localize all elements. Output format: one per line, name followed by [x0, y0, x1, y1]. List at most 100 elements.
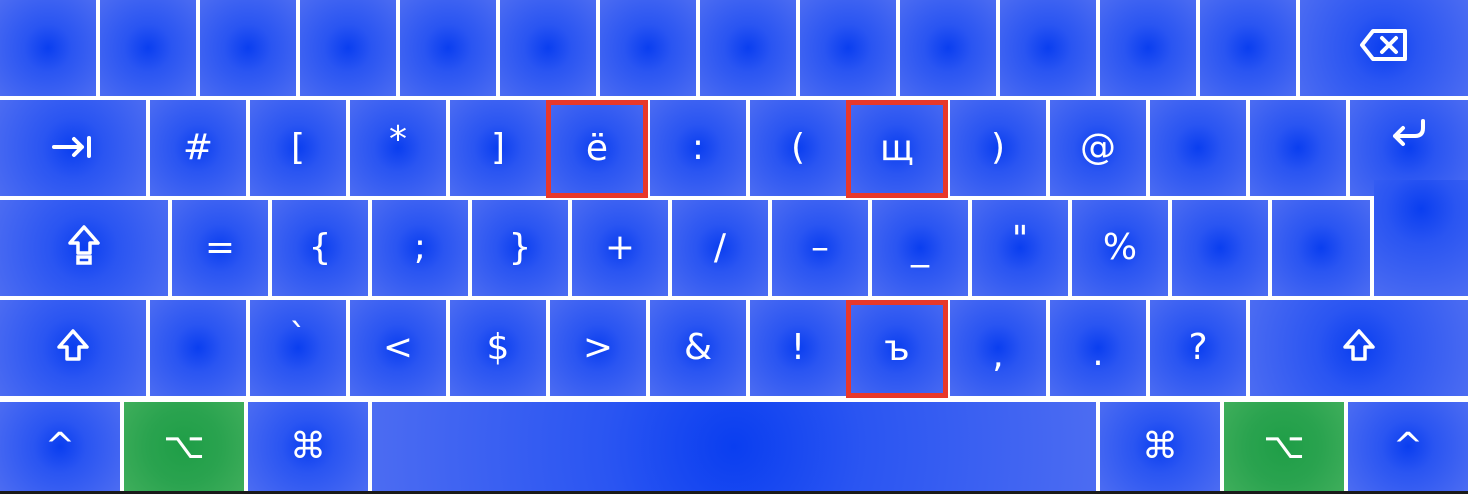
blank-key-r1-12[interactable]: [1100, 0, 1196, 96]
key-label: ъ: [884, 328, 910, 369]
backspace-key[interactable]: [1300, 0, 1468, 96]
key-backtick[interactable]: `: [250, 300, 346, 396]
key-right-bracket[interactable]: ]: [450, 100, 546, 196]
key-double-quote[interactable]: ": [972, 200, 1068, 296]
key-label: _: [911, 227, 929, 268]
key-ampersand[interactable]: &: [650, 300, 746, 396]
left-command-key[interactable]: ⌘: [248, 402, 368, 491]
key-question[interactable]: ?: [1150, 300, 1246, 396]
key-hard-sign[interactable]: ъ: [846, 300, 948, 398]
key-label: *: [389, 119, 407, 160]
blank-key-r2-12[interactable]: [1150, 100, 1246, 196]
blank-key-r1-1[interactable]: [0, 0, 96, 96]
key-label: –: [811, 227, 829, 268]
key-label: ): [990, 127, 1006, 168]
tab-key[interactable]: [0, 100, 146, 196]
key-left-paren[interactable]: (: [750, 100, 846, 196]
key-label: (: [790, 127, 806, 168]
key-less-than[interactable]: <: [350, 300, 446, 396]
key-slash[interactable]: /: [672, 200, 768, 296]
control-label: ^: [1392, 425, 1424, 467]
key-label: ]: [490, 127, 506, 168]
blank-key-r4-2[interactable]: [150, 300, 246, 396]
key-at[interactable]: @: [1050, 100, 1146, 196]
right-option-key[interactable]: ⌥: [1224, 402, 1344, 491]
key-label: ?: [1188, 327, 1208, 368]
key-left-bracket[interactable]: [: [250, 100, 346, 196]
key-label: +: [604, 227, 636, 268]
left-shift-key[interactable]: [0, 300, 146, 396]
blank-key-r1-8[interactable]: [700, 0, 796, 96]
key-minus[interactable]: –: [772, 200, 868, 296]
blank-key-r1-6[interactable]: [500, 0, 596, 96]
blank-key-r3-12[interactable]: [1172, 200, 1268, 296]
blank-key-r1-4[interactable]: [300, 0, 396, 96]
option-label: ⌥: [1263, 425, 1305, 467]
key-period[interactable]: .: [1050, 300, 1146, 396]
space-bar[interactable]: [372, 402, 1096, 491]
left-option-key[interactable]: ⌥: [124, 402, 244, 491]
key-right-brace[interactable]: }: [472, 200, 568, 296]
right-control-key[interactable]: ^: [1348, 402, 1468, 491]
caps-lock-icon: [67, 224, 101, 273]
key-label: :: [691, 127, 705, 168]
shift-icon: [1342, 328, 1376, 369]
keyboard: # [ * ] ё : ( щ ) @ = { ; } + / – _ " %: [0, 0, 1468, 494]
blank-key-r1-2[interactable]: [100, 0, 196, 96]
right-command-key[interactable]: ⌘: [1100, 402, 1220, 491]
return-icon: [1389, 118, 1429, 155]
blank-key-r1-5[interactable]: [400, 0, 496, 96]
key-label: #: [182, 127, 214, 168]
caps-lock-key[interactable]: [0, 200, 168, 296]
tab-icon: [52, 130, 94, 166]
key-label: %: [1102, 227, 1138, 268]
key-asterisk[interactable]: *: [350, 100, 446, 196]
key-semicolon[interactable]: ;: [372, 200, 468, 296]
key-label: $: [486, 327, 510, 368]
key-label: /: [713, 227, 727, 268]
key-label: !: [790, 327, 806, 368]
key-label: ": [1011, 219, 1029, 260]
option-label: ⌥: [163, 425, 205, 467]
key-comma[interactable]: ,: [950, 300, 1046, 396]
key-left-brace[interactable]: {: [272, 200, 368, 296]
key-hash[interactable]: #: [150, 100, 246, 196]
key-label: }: [508, 227, 532, 268]
key-right-paren[interactable]: ): [950, 100, 1046, 196]
return-key-bottom[interactable]: [1374, 180, 1468, 296]
key-equals[interactable]: =: [172, 200, 268, 296]
shift-icon: [56, 328, 90, 369]
key-dollar[interactable]: $: [450, 300, 546, 396]
key-percent[interactable]: %: [1072, 200, 1168, 296]
key-label: @: [1080, 127, 1116, 168]
blank-key-r1-3[interactable]: [200, 0, 296, 96]
key-label: `: [289, 317, 307, 358]
key-underscore[interactable]: _: [872, 200, 968, 296]
command-label: ⌘: [290, 425, 326, 467]
key-plus[interactable]: +: [572, 200, 668, 296]
control-label: ^: [44, 425, 76, 467]
right-shift-key[interactable]: [1250, 300, 1468, 396]
key-label: щ: [880, 128, 914, 169]
blank-key-r2-13[interactable]: [1250, 100, 1346, 196]
key-label: {: [308, 227, 332, 268]
key-colon[interactable]: :: [650, 100, 746, 196]
key-label: >: [582, 327, 614, 368]
key-greater-than[interactable]: >: [550, 300, 646, 396]
key-exclamation[interactable]: !: [750, 300, 846, 396]
key-label: <: [382, 327, 414, 368]
blank-key-r1-10[interactable]: [900, 0, 996, 96]
blank-key-r1-11[interactable]: [1000, 0, 1096, 96]
blank-key-r1-13[interactable]: [1200, 0, 1296, 96]
blank-key-r3-13[interactable]: [1272, 200, 1370, 296]
command-label: ⌘: [1142, 425, 1178, 467]
key-label: ;: [413, 227, 427, 268]
backspace-icon: [1359, 28, 1409, 69]
key-label: &: [683, 327, 713, 368]
key-label: ё: [585, 128, 609, 169]
left-control-key[interactable]: ^: [0, 402, 120, 491]
key-yo[interactable]: ё: [546, 100, 648, 198]
blank-key-r1-9[interactable]: [800, 0, 896, 96]
blank-key-r1-7[interactable]: [600, 0, 696, 96]
key-shcha[interactable]: щ: [846, 100, 948, 198]
